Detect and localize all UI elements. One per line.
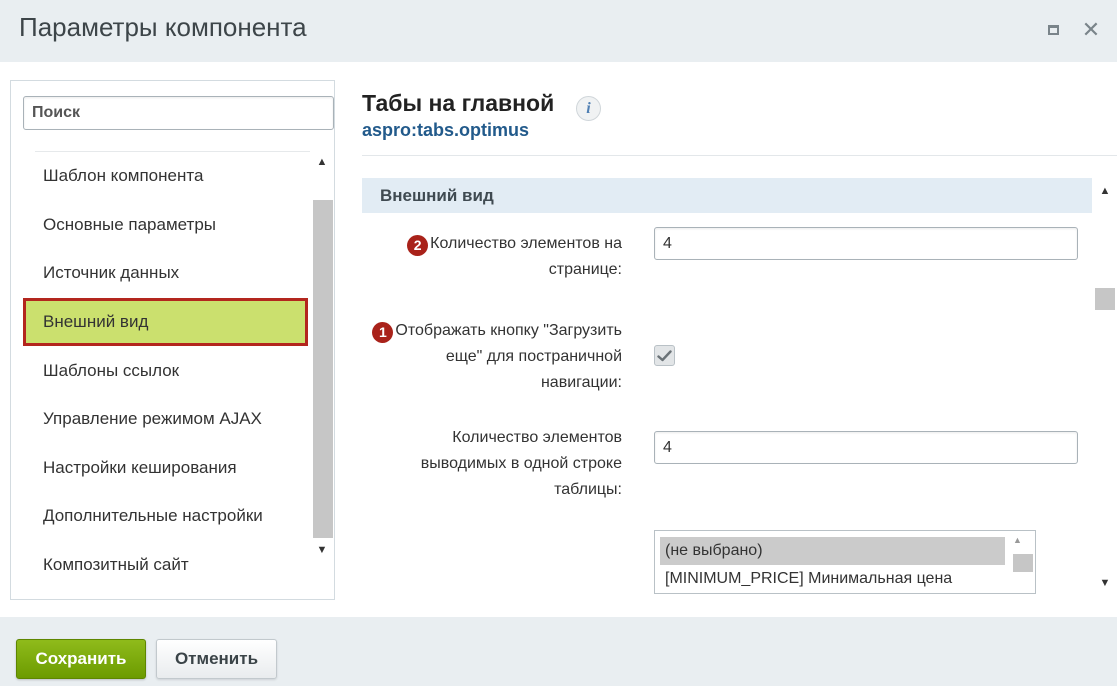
sidebar-item-cache[interactable]: Настройки кеширования <box>23 444 308 493</box>
scroll-up-icon[interactable]: ▲ <box>1013 535 1022 545</box>
sidebar: Шаблон компонента Основные параметры Ист… <box>10 80 335 600</box>
step-badge: 1 <box>372 321 394 343</box>
page-count-label: 2 Количество элементов на странице: <box>370 231 622 283</box>
scroll-down-icon[interactable]: ▼ <box>1094 572 1116 594</box>
sidebar-item-main-params[interactable]: Основные параметры <box>23 201 308 250</box>
scroll-up-icon[interactable]: ▲ <box>1094 180 1116 202</box>
step-badge: 2 <box>407 234 429 256</box>
price-listbox[interactable]: (не выбрано) [MINIMUM_PRICE] Минимальная… <box>654 530 1036 594</box>
info-icon[interactable]: i <box>576 96 601 121</box>
sidebar-item-additional[interactable]: Дополнительные настройки <box>23 492 308 541</box>
maximize-icon <box>1047 25 1059 35</box>
section-header: Внешний вид <box>362 178 1092 213</box>
sidebar-item-data-source[interactable]: Источник данных <box>23 249 308 298</box>
title-bar: Параметры компонента ✕ <box>0 0 1117 62</box>
dialog-footer: Сохранить Отменить <box>0 617 1117 686</box>
list-option-min-price[interactable]: [MINIMUM_PRICE] Минимальная цена <box>660 565 1005 593</box>
listbox-scroll-thumb[interactable] <box>1013 554 1033 572</box>
load-more-checkbox[interactable] <box>654 345 675 366</box>
window-title: Параметры компонента <box>19 12 307 42</box>
close-button[interactable]: ✕ <box>1079 17 1103 42</box>
content-divider <box>362 155 1117 156</box>
listbox-scrollbar[interactable]: ▲ <box>1009 531 1035 593</box>
sidebar-item-link-templates[interactable]: Шаблоны ссылок <box>23 346 308 395</box>
scroll-up-icon[interactable]: ▲ <box>311 151 333 173</box>
row-count-label: Количество элементов выводимых в одной с… <box>420 429 622 498</box>
sidebar-item-template[interactable]: Шаблон компонента <box>23 152 308 201</box>
save-button[interactable]: Сохранить <box>16 639 146 679</box>
page-count-input[interactable] <box>654 227 1078 260</box>
sidebar-item-composite[interactable]: Композитный сайт <box>23 541 308 590</box>
cancel-button[interactable]: Отменить <box>156 639 277 679</box>
content-scroll-thumb[interactable] <box>1095 288 1115 310</box>
sidebar-nav: Шаблон компонента Основные параметры Ист… <box>23 152 308 589</box>
component-title: Табы на главной <box>362 90 555 116</box>
sidebar-item-appearance[interactable]: Внешний вид <box>23 297 308 347</box>
scroll-down-icon[interactable]: ▼ <box>311 539 333 561</box>
load-more-label: 1 Отображать кнопку "Загрузить еще" для п… <box>330 318 622 396</box>
close-icon: ✕ <box>1081 17 1101 42</box>
checkmark-icon <box>657 349 672 361</box>
content-scrollbar[interactable]: ▲ ▼ <box>1094 178 1117 596</box>
row-count-input[interactable] <box>654 431 1078 464</box>
maximize-button[interactable] <box>1041 18 1065 42</box>
sidebar-item-ajax[interactable]: Управление режимом AJAX <box>23 395 308 444</box>
dialog-body: Шаблон компонента Основные параметры Ист… <box>0 62 1117 617</box>
list-option-none[interactable]: (не выбрано) <box>660 537 1005 565</box>
search-input[interactable] <box>23 96 334 130</box>
component-code: aspro:tabs.optimus <box>362 120 530 140</box>
